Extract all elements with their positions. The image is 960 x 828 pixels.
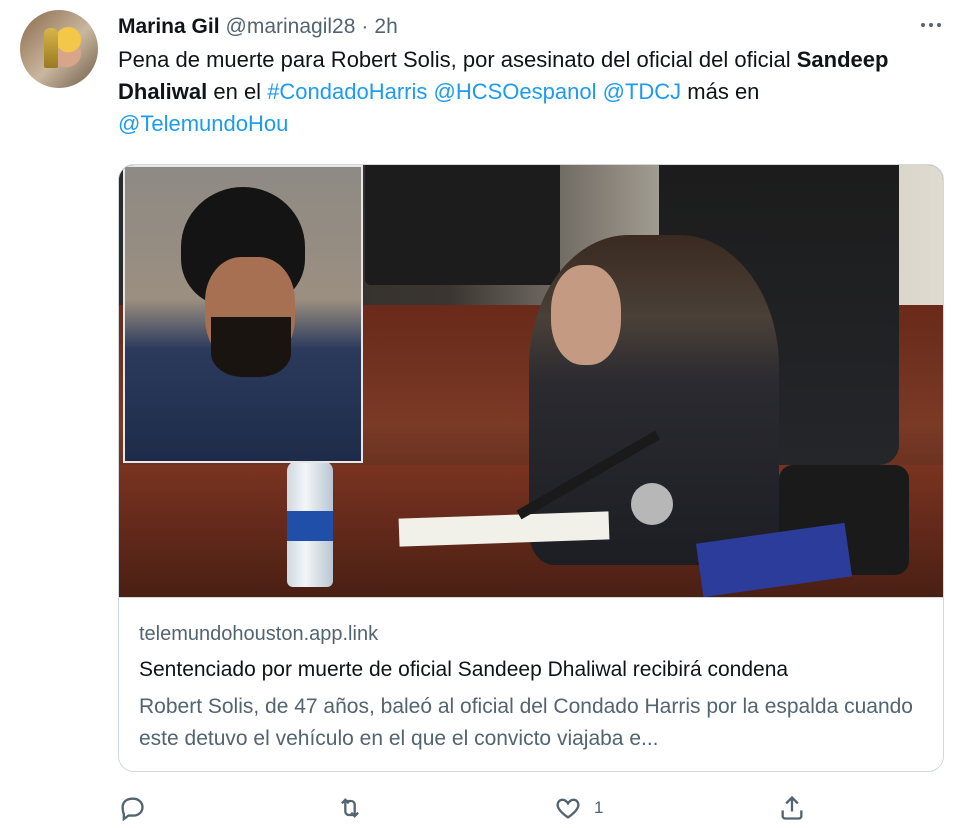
- trophy-icon: [44, 28, 58, 68]
- share-icon: [781, 795, 803, 820]
- link-card[interactable]: telemundohouston.app.link Sentenciado po…: [118, 164, 944, 772]
- text-part-2: en el: [207, 79, 268, 104]
- author-handle[interactable]: @marinagil28: [226, 15, 356, 39]
- more-options-icon[interactable]: [916, 10, 946, 40]
- text-part-3: más en: [681, 79, 760, 104]
- reply-button[interactable]: [118, 790, 146, 826]
- hashtag-link[interactable]: #CondadoHarris: [267, 79, 427, 104]
- reply-icon: [121, 797, 144, 822]
- separator-dot: ·: [361, 15, 369, 38]
- monitor-image: [365, 165, 560, 285]
- card-domain: telemundohouston.app.link: [139, 623, 379, 645]
- tweet-text: Pena de muerte para Robert Solis, por as…: [118, 44, 928, 140]
- mention-link-telemundo[interactable]: @TelemundoHou: [118, 111, 288, 136]
- mention-link-tdcj[interactable]: @TDCJ: [603, 79, 682, 104]
- retweet-icon: [341, 798, 359, 818]
- card-description: Robert Solis, de 47 años, baleó al ofici…: [139, 695, 913, 750]
- tweet-header: Marina Gil @marinagil28 · 2h: [118, 12, 940, 42]
- water-bottle-image: [287, 461, 333, 587]
- inset-photo: [123, 165, 363, 463]
- tweet-time[interactable]: 2h: [374, 15, 397, 39]
- card-title: Sentenciado por muerte de oficial Sandee…: [139, 658, 789, 681]
- tweet-actions: 1: [118, 790, 818, 826]
- retweet-button[interactable]: [336, 790, 364, 826]
- like-button[interactable]: 1: [554, 790, 603, 826]
- card-image[interactable]: [119, 165, 943, 597]
- share-button[interactable]: [778, 790, 806, 826]
- text-part-1: Pena de muerte para Robert Solis, por as…: [118, 47, 797, 72]
- heart-icon: [556, 798, 580, 819]
- mention-link-hcso[interactable]: @HCSOespanol: [434, 79, 597, 104]
- author-name[interactable]: Marina Gil: [118, 15, 220, 39]
- avatar[interactable]: [20, 10, 98, 88]
- card-info[interactable]: telemundohouston.app.link Sentenciado po…: [119, 597, 943, 755]
- like-count: 1: [594, 798, 604, 817]
